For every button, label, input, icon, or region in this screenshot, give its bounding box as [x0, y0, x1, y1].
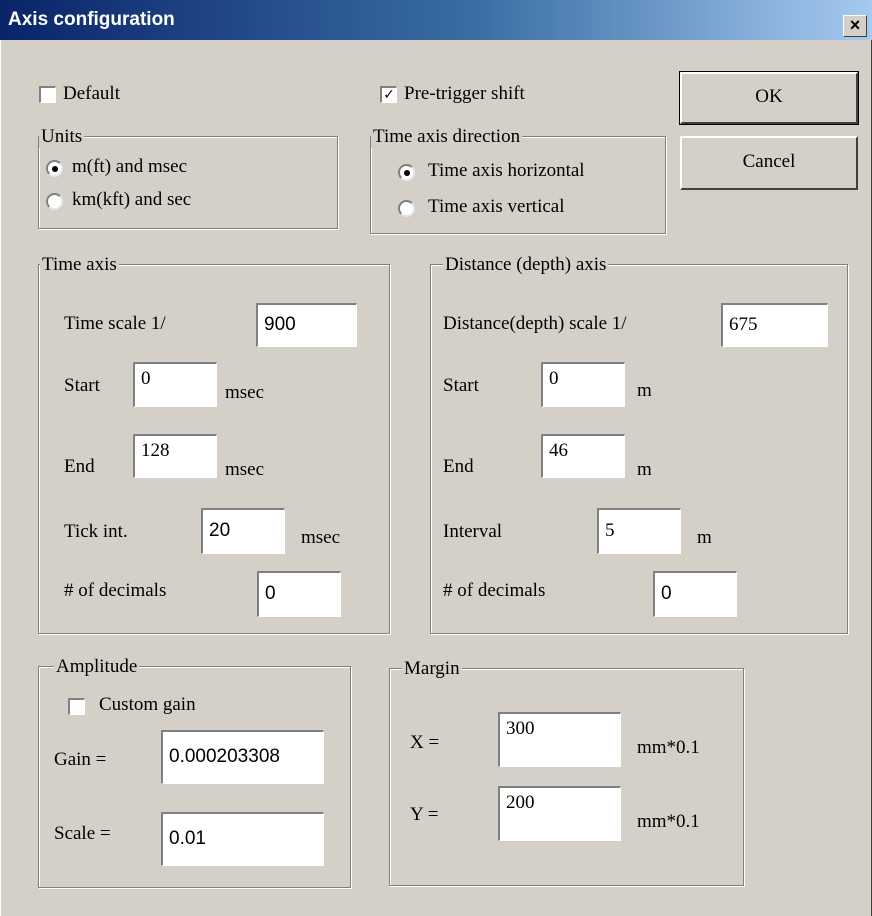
distance-decimals-input[interactable]: 0 — [653, 571, 737, 617]
time-scale-label: Time scale 1/ — [64, 313, 166, 334]
margin-group-title: Margin — [402, 658, 462, 680]
distance-start-unit: m — [637, 380, 652, 401]
interval-input[interactable]: 5 — [597, 508, 681, 554]
time-scale-input[interactable]: 900 — [256, 303, 357, 347]
distance-axis-group-title: Distance (depth) axis — [443, 254, 609, 276]
interval-label: Interval — [443, 521, 503, 542]
units-radio-m-msec[interactable] — [46, 160, 63, 177]
distance-scale-input[interactable]: 675 — [721, 303, 828, 347]
direction-option-vertical[interactable]: Time axis vertical — [428, 196, 565, 218]
interval-unit: m — [697, 527, 712, 548]
time-decimals-label: # of decimals — [64, 580, 167, 601]
distance-end-input[interactable]: 46 — [541, 434, 625, 478]
custom-gain-label[interactable]: Custom gain — [99, 694, 196, 716]
tick-int-input[interactable]: 20 — [201, 508, 285, 554]
margin-x-label: X = — [410, 732, 440, 753]
units-option-m-msec[interactable]: m(ft) and msec — [72, 156, 187, 178]
gain-label: Gain = — [54, 749, 107, 770]
margin-group — [389, 668, 744, 886]
distance-start-input[interactable]: 0 — [541, 362, 625, 407]
margin-y-input[interactable]: 200 — [498, 786, 621, 841]
pretrigger-checkbox[interactable]: ✓ — [380, 86, 397, 103]
time-end-unit: msec — [225, 459, 265, 480]
time-end-input[interactable]: 128 — [133, 434, 217, 478]
tick-int-label: Tick int. — [64, 521, 128, 542]
margin-y-unit: mm*0.1 — [637, 811, 700, 832]
window-title: Axis configuration — [8, 9, 175, 30]
time-start-unit: msec — [225, 382, 265, 403]
units-option-km-sec[interactable]: km(kft) and sec — [72, 189, 191, 211]
distance-start-label: Start — [443, 375, 479, 396]
units-radio-km-sec[interactable] — [46, 193, 63, 210]
distance-end-label: End — [443, 456, 474, 477]
time-axis-group-title: Time axis — [40, 254, 119, 276]
default-checkbox[interactable] — [39, 86, 56, 103]
time-end-label: End — [64, 456, 95, 477]
scale-input[interactable]: 0.01 — [161, 812, 324, 866]
time-direction-group-title: Time axis direction — [371, 126, 523, 148]
margin-y-label: Y = — [410, 804, 439, 825]
ok-button[interactable]: OK — [679, 71, 859, 125]
time-direction-group — [370, 136, 666, 234]
time-start-label: Start — [64, 375, 100, 396]
tick-int-unit: msec — [301, 527, 341, 548]
distance-end-unit: m — [637, 459, 652, 480]
time-start-input[interactable]: 0 — [133, 362, 217, 407]
margin-x-input[interactable]: 300 — [498, 712, 621, 767]
time-decimals-input[interactable]: 0 — [257, 571, 341, 617]
distance-scale-label: Distance(depth) scale 1/ — [443, 313, 627, 334]
units-group — [38, 136, 338, 229]
close-button[interactable]: × — [843, 15, 867, 37]
amplitude-group-title: Amplitude — [54, 656, 140, 678]
distance-decimals-label: # of decimals — [443, 580, 546, 601]
direction-radio-vertical[interactable] — [398, 200, 415, 217]
margin-x-unit: mm*0.1 — [637, 737, 700, 758]
direction-radio-horizontal[interactable] — [398, 164, 415, 181]
cancel-button[interactable]: Cancel — [680, 136, 858, 190]
gain-input[interactable]: 0.000203308 — [161, 730, 324, 784]
custom-gain-checkbox[interactable] — [68, 698, 85, 715]
units-group-title: Units — [39, 126, 85, 148]
title-bar: Axis configuration × — [0, 0, 872, 40]
default-label[interactable]: Default — [63, 83, 120, 105]
direction-option-horizontal[interactable]: Time axis horizontal — [428, 160, 585, 182]
scale-label: Scale = — [54, 823, 111, 844]
pretrigger-label[interactable]: Pre-trigger shift — [404, 83, 525, 105]
